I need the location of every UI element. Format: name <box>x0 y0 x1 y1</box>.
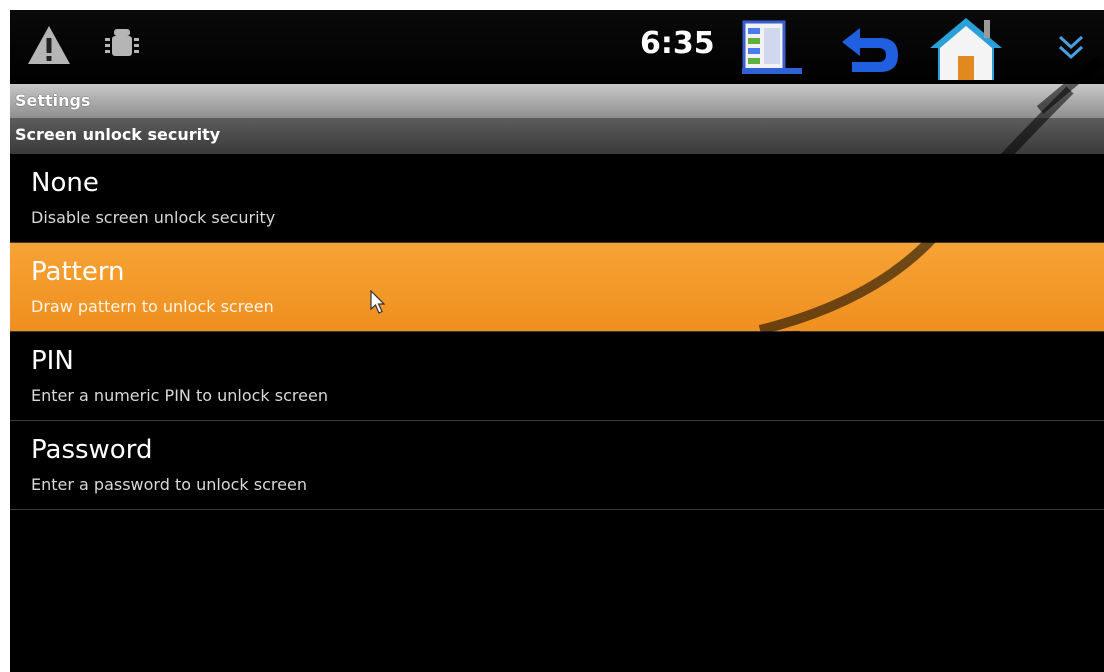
expand-chevron-icon[interactable] <box>1056 32 1086 62</box>
option-pattern[interactable]: Pattern Draw pattern to unlock screen <box>10 243 1104 332</box>
option-title: Password <box>31 435 153 465</box>
warning-icon[interactable] <box>26 24 72 66</box>
home-icon[interactable] <box>926 14 1006 84</box>
section-header: Screen unlock security <box>10 118 1104 154</box>
recent-apps-icon[interactable] <box>738 20 802 76</box>
screen: 6:35 Settings Screen unlock security Non… <box>10 10 1104 672</box>
option-title: Pattern <box>31 257 125 287</box>
option-subtitle: Disable screen unlock security <box>31 208 276 227</box>
option-subtitle: Enter a numeric PIN to unlock screen <box>31 386 328 405</box>
status-clock: 6:35 <box>640 26 715 61</box>
option-pin[interactable]: PIN Enter a numeric PIN to unlock screen <box>10 332 1104 421</box>
option-subtitle: Draw pattern to unlock screen <box>31 297 274 316</box>
back-icon[interactable] <box>838 22 902 76</box>
status-bar: 6:35 <box>10 10 1104 84</box>
option-none[interactable]: None Disable screen unlock security <box>10 154 1104 243</box>
option-title: None <box>31 168 99 198</box>
android-debug-icon[interactable] <box>104 26 140 62</box>
option-title: PIN <box>31 346 74 376</box>
option-subtitle: Enter a password to unlock screen <box>31 475 307 494</box>
unlock-options-list: None Disable screen unlock security Patt… <box>10 154 1104 510</box>
mouse-pointer-icon <box>370 290 386 314</box>
option-password[interactable]: Password Enter a password to unlock scre… <box>10 421 1104 510</box>
page-title: Settings <box>10 84 1104 118</box>
